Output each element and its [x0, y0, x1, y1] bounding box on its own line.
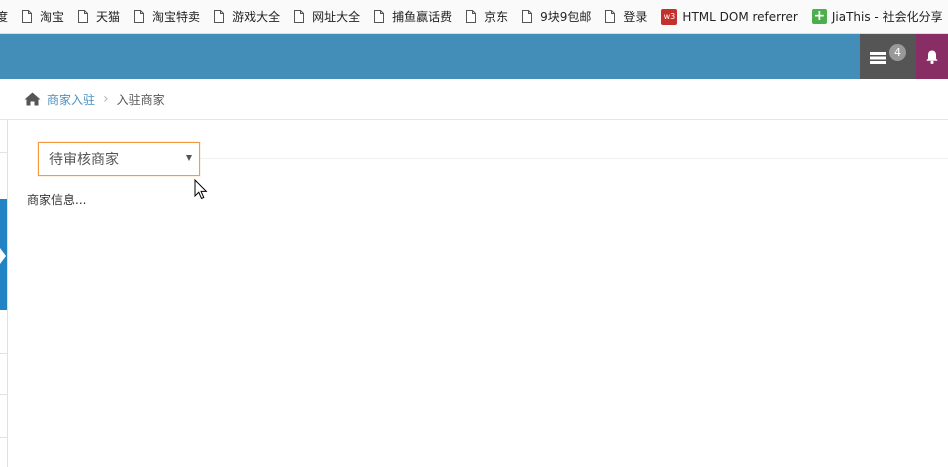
bookmark-label: 京东 — [484, 10, 509, 24]
bookmark-label: 淘宝特卖 — [152, 10, 201, 24]
tasks-button[interactable]: 4 — [860, 34, 916, 79]
bookmark-taobao-sale[interactable]: 淘宝特卖 — [126, 0, 206, 33]
select-value: 待审核商家 — [49, 152, 119, 168]
bookmark-label: HTML DOM referrer — [682, 9, 798, 24]
bookmark-label: 游戏大全 — [232, 10, 281, 24]
bookmark-label: JiaThis - 社会化分享 — [831, 10, 943, 24]
bookmark-9kuai9[interactable]: 9块9包邮 — [514, 0, 597, 33]
notifications-button[interactable] — [916, 34, 948, 79]
bookmark-partial[interactable]: 度 — [0, 0, 14, 33]
bookmark-label: 度 — [0, 8, 8, 25]
sidebar-divider — [0, 394, 8, 395]
bookmark-label: 捕鱼赢话费 — [392, 10, 453, 24]
bookmarks-bar: 度 淘宝 天猫 淘宝特卖 游戏大全 网址大全 捕鱼赢话费 京东 9块9包邮 登录… — [0, 0, 948, 34]
bookmark-label: 9块9包邮 — [540, 10, 592, 24]
w3schools-icon: w3 — [661, 8, 678, 25]
sidebar-divider — [0, 152, 8, 153]
bookmark-label: 网址大全 — [312, 10, 361, 24]
bookmark-label: 淘宝 — [40, 10, 65, 24]
page-icon — [134, 10, 145, 23]
chevron-right-icon — [0, 248, 6, 264]
tasks-icon — [870, 51, 886, 64]
breadcrumb: 商家入驻 › 入驻商家 — [0, 79, 948, 120]
caret-down-icon — [186, 155, 192, 161]
bookmark-sites[interactable]: 网址大全 — [286, 0, 366, 33]
bookmark-jiathis[interactable]: + JiaThis - 社会化分享 — [804, 0, 948, 33]
bookmark-label: 登录 — [623, 10, 648, 24]
page-icon — [22, 10, 33, 23]
page-icon — [466, 10, 477, 23]
merchant-info-text: 商家信息... — [27, 193, 87, 207]
bookmark-label: 天猫 — [96, 10, 121, 24]
page-icon — [78, 10, 89, 23]
page-icon — [374, 10, 385, 23]
mouse-cursor-icon — [194, 179, 208, 200]
breadcrumb-home-link[interactable]: 商家入驻 — [47, 91, 95, 108]
breadcrumb-separator: › — [103, 91, 109, 107]
bookmark-login[interactable]: 登录 — [597, 0, 653, 33]
bookmark-games[interactable]: 游戏大全 — [206, 0, 286, 33]
page-icon — [605, 10, 616, 23]
header-divider — [200, 158, 948, 159]
home-icon[interactable] — [24, 92, 41, 106]
bookmark-jd[interactable]: 京东 — [458, 0, 514, 33]
bookmark-fishing[interactable]: 捕鱼赢话费 — [366, 0, 458, 33]
sidebar-divider — [0, 353, 8, 354]
page-icon — [522, 10, 533, 23]
breadcrumb-current: 入驻商家 — [116, 92, 165, 107]
page-icon — [214, 10, 225, 23]
tasks-badge: 4 — [889, 44, 906, 61]
bookmark-tmall[interactable]: 天猫 — [70, 0, 126, 33]
bookmark-taobao[interactable]: 淘宝 — [14, 0, 70, 33]
plus-icon: + — [811, 8, 827, 24]
bell-icon — [926, 50, 938, 64]
sidebar-divider — [0, 437, 8, 438]
page-icon — [294, 10, 305, 23]
bookmark-html-dom-referrer[interactable]: w3 HTML DOM referrer — [653, 0, 803, 33]
top-navbar: 4 — [0, 34, 948, 79]
merchant-status-select[interactable]: 待审核商家 — [38, 142, 200, 176]
